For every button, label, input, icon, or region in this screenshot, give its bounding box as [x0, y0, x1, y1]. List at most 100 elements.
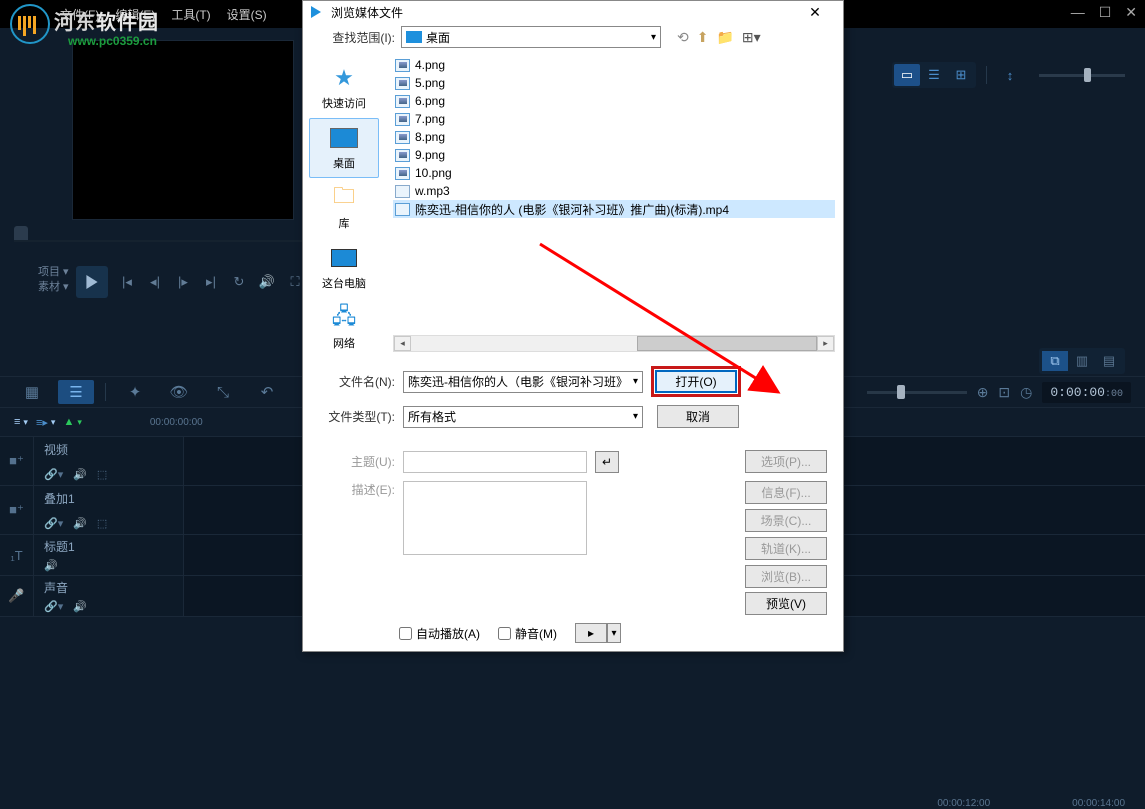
newfolder-icon[interactable]: 📁 [716, 29, 733, 46]
sidebar-thispc[interactable]: 这台电脑 [309, 238, 379, 298]
layout-btn-2[interactable]: ▥ [1069, 351, 1095, 371]
track-button[interactable]: 轨道(K)... [745, 537, 827, 560]
menu-settings[interactable]: 设置(S) [227, 6, 267, 23]
project-label[interactable]: 项目 ▾ [38, 265, 69, 280]
timecode-display[interactable]: 0:00:00 [1042, 382, 1131, 403]
mute-icon[interactable]: 🔊 [73, 517, 87, 530]
mini-play-button[interactable]: ▸ [575, 623, 607, 643]
volume-button[interactable]: 🔊 [258, 274, 276, 290]
back-icon[interactable]: ⟲ [677, 29, 689, 46]
filetype-combo[interactable]: 所有格式▾ [403, 406, 643, 428]
timeline-ruler-right: 00:00:12:00 00:00:14:00 [937, 798, 1125, 809]
return-button[interactable]: ↵ [595, 451, 619, 473]
add-track-button[interactable]: ≡▾ [14, 416, 28, 428]
tool-mixer-button[interactable]: 👁 [161, 380, 197, 404]
viewmenu-icon[interactable]: ⊞▾ [742, 29, 761, 46]
mute-icon[interactable]: 🔊 [44, 559, 58, 572]
file-item[interactable]: 4.png [393, 56, 835, 74]
up-icon[interactable]: ⬆ [697, 29, 709, 46]
filetype-label: 文件类型(T): [319, 408, 395, 425]
desc-textarea [403, 481, 587, 555]
file-item[interactable]: 10.png [393, 164, 835, 182]
play-button[interactable] [76, 266, 108, 298]
video-icon [395, 203, 410, 216]
mute-check[interactable]: 静音(M) [498, 625, 557, 642]
loop-button[interactable]: ↻ [230, 274, 248, 290]
link-icon[interactable]: 🔗▾ [44, 517, 63, 530]
scroll-right-button[interactable]: ▸ [817, 336, 834, 351]
tool-undo-button[interactable]: ↶ [249, 380, 285, 404]
time-label-start: 00:00:00:00 [150, 417, 203, 428]
zoom-slider[interactable] [867, 391, 967, 394]
file-item[interactable]: 8.png [393, 128, 835, 146]
file-list-panel: 4.png 5.png 6.png 7.png 8.png 9.png 10.p… [385, 50, 843, 358]
tool-ripple-button[interactable]: ⤡ [205, 380, 241, 404]
file-item[interactable]: 6.png [393, 92, 835, 110]
next-frame-button[interactable]: |▸ [174, 274, 192, 290]
dialog-titlebar: 浏览媒体文件 ✕ [303, 1, 843, 25]
filename-label: 文件名(N): [319, 373, 395, 390]
preview-marker[interactable] [14, 226, 28, 240]
image-icon [395, 77, 410, 90]
cancel-button[interactable]: 取消 [657, 405, 739, 428]
close-button[interactable]: ✕ [1125, 4, 1137, 21]
timeline-mode-button[interactable]: ☰ [58, 380, 94, 404]
image-icon [395, 113, 410, 126]
view-grid-button[interactable]: ⊞ [948, 64, 974, 86]
link-icon[interactable]: 🔗▾ [44, 468, 63, 481]
filename-input[interactable]: 陈奕迅-相信你的人（电影《银河补习班》▾ [403, 371, 643, 393]
marker-button[interactable]: ▲▾ [63, 416, 81, 428]
watermark-url: www.pc0359.cn [68, 34, 157, 48]
material-label[interactable]: 素材 ▾ [38, 280, 69, 295]
sidebar-desktop[interactable]: 桌面 [309, 118, 379, 178]
view-list-button[interactable]: ☰ [921, 64, 947, 86]
thumbnail-size-slider[interactable] [1039, 74, 1125, 77]
scroll-left-button[interactable]: ◂ [394, 336, 411, 351]
mute-icon[interactable]: 🔊 [73, 600, 87, 613]
open-button[interactable]: 打开(O) [655, 370, 737, 393]
scene-button[interactable]: 场景(C)... [745, 509, 827, 532]
maximize-button[interactable]: ☐ [1099, 4, 1112, 21]
go-end-button[interactable]: ▸| [202, 274, 220, 290]
lookin-combo[interactable]: 桌面 ▾ [401, 26, 661, 48]
file-item-selected[interactable]: 陈奕迅-相信你的人 (电影《银河补习班》推广曲)(标清).mp4 [393, 200, 835, 218]
file-item[interactable]: w.mp3 [393, 182, 835, 200]
zoom-in-icon[interactable]: ⊕ [977, 384, 989, 401]
layout-btn-1[interactable]: ⧉ [1042, 351, 1068, 371]
go-start-button[interactable]: |◂ [118, 274, 136, 290]
options-button[interactable]: 选项(P)... [745, 450, 827, 473]
subject-label: 主题(U): [319, 453, 395, 470]
horizontal-scrollbar[interactable]: ◂ ▸ [393, 335, 835, 352]
layout-btn-3[interactable]: ▤ [1096, 351, 1122, 371]
fx-icon[interactable]: ⬚ [97, 468, 107, 481]
autoplay-check[interactable]: 自动播放(A) [399, 625, 480, 642]
info-button[interactable]: 信息(F)... [745, 481, 827, 504]
dialog-close-button[interactable]: ✕ [795, 4, 835, 21]
storyboard-mode-button[interactable]: ▦ [14, 380, 50, 404]
sidebar-library[interactable]: 🗀 库 [309, 178, 379, 238]
tool-fx-button[interactable]: ✦ [117, 380, 153, 404]
fx-icon[interactable]: ⬚ [97, 517, 107, 530]
prev-frame-button[interactable]: ◂| [146, 274, 164, 290]
file-open-dialog: 浏览媒体文件 ✕ 查找范围(I): 桌面 ▾ ⟲ ⬆ 📁 ⊞▾ ★ 快速访问 桌… [302, 0, 844, 652]
sidebar-quick-access[interactable]: ★ 快速访问 [309, 58, 379, 118]
menu-track-button[interactable]: ≡▸▾ [36, 416, 55, 429]
file-list[interactable]: 4.png 5.png 6.png 7.png 8.png 9.png 10.p… [393, 56, 835, 335]
mute-icon[interactable]: 🔊 [73, 468, 87, 481]
minimize-button[interactable]: — [1071, 4, 1085, 21]
panel-layout-toolbar: ⧉ ▥ ▤ [1039, 348, 1125, 374]
file-item[interactable]: 9.png [393, 146, 835, 164]
file-item[interactable]: 5.png [393, 74, 835, 92]
player-controls: |◂ ◂| |▸ ▸| ↻ 🔊 ⛶ [76, 266, 304, 298]
link-icon[interactable]: 🔗▾ [44, 600, 63, 613]
scroll-thumb[interactable] [637, 336, 817, 351]
fit-icon[interactable]: ⊡ [998, 384, 1010, 401]
view-thumb-button[interactable]: ▭ [894, 64, 920, 86]
sidebar-network[interactable]: 🖧 网络 [309, 298, 379, 358]
browse-button[interactable]: 浏览(B)... [745, 565, 827, 588]
preview-button[interactable]: 预览(V) [745, 592, 827, 615]
clock-icon[interactable]: ◷ [1020, 384, 1032, 401]
file-item[interactable]: 7.png [393, 110, 835, 128]
sort-button[interactable]: ↕ [997, 64, 1023, 86]
audio-track-icon: 🎤 [0, 576, 34, 616]
